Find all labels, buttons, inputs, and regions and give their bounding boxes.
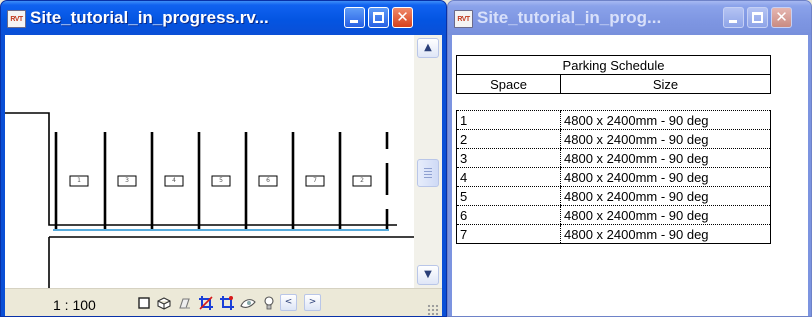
minimize-button[interactable]: [344, 7, 365, 28]
size-cell[interactable]: 4800 x 2400mm - 90 deg: [560, 148, 771, 168]
parking-tag-label: 4: [172, 177, 176, 184]
floor-plan-titlebar[interactable]: RVT Site_tutorial_in_progress.rv... ✕: [1, 1, 446, 35]
drawing-canvas[interactable]: 1 3 4 5 6 7 2: [5, 35, 414, 288]
schedule-title[interactable]: Parking Schedule: [456, 55, 771, 75]
scroll-thumb[interactable]: [417, 159, 439, 187]
parking-tag-label: 5: [219, 177, 223, 184]
table-row[interactable]: 3 4800 x 2400mm - 90 deg: [456, 148, 771, 168]
floor-plan-window[interactable]: RVT Site_tutorial_in_progress.rv... ✕ 1 …: [0, 0, 447, 317]
window-title: Site_tutorial_in_progress.rv...: [30, 8, 269, 27]
resize-grip-icon[interactable]: [427, 304, 439, 316]
space-cell[interactable]: 7: [456, 224, 561, 244]
temporary-hide-icon[interactable]: [239, 294, 257, 312]
maximize-button[interactable]: [368, 7, 389, 28]
parking-tag-label: 7: [313, 177, 317, 184]
parking-schedule-table: Parking Schedule Space Size 1 4800 x 240…: [456, 55, 771, 244]
maximize-icon: [373, 12, 384, 23]
space-cell[interactable]: 3: [456, 148, 561, 168]
revit-app-icon[interactable]: RVT: [454, 10, 473, 28]
space-cell[interactable]: 2: [456, 129, 561, 149]
minimize-icon: [350, 20, 358, 23]
schedule-titlebar[interactable]: RVT Site_tutorial_in_prog... ✕: [448, 1, 811, 35]
minimize-button[interactable]: [723, 7, 744, 28]
size-cell[interactable]: 4800 x 2400mm - 90 deg: [560, 167, 771, 187]
reveal-hidden-icon[interactable]: [218, 294, 236, 312]
size-cell[interactable]: 4800 x 2400mm - 90 deg: [560, 186, 771, 206]
view-control-bar: 1 : 100 < >: [5, 288, 442, 316]
schedule-client-area: Parking Schedule Space Size 1 4800 x 240…: [452, 35, 808, 316]
scroll-right-button[interactable]: >: [304, 294, 321, 311]
space-cell[interactable]: 1: [456, 110, 561, 130]
view-scale[interactable]: 1 : 100: [53, 297, 96, 313]
model-graphics-icon[interactable]: [155, 294, 173, 312]
revit-app-icon[interactable]: RVT: [7, 10, 26, 28]
lightbulb-icon[interactable]: [260, 294, 278, 312]
parking-tag-label: 1: [77, 177, 81, 184]
close-button[interactable]: ✕: [771, 7, 792, 28]
column-header-size[interactable]: Size: [560, 74, 771, 94]
table-row[interactable]: 5 4800 x 2400mm - 90 deg: [456, 186, 771, 206]
thumb-grip-icon: [424, 168, 432, 178]
table-row[interactable]: 2 4800 x 2400mm - 90 deg: [456, 129, 771, 149]
scroll-left-button[interactable]: <: [280, 294, 297, 311]
crop-view-icon[interactable]: [197, 294, 215, 312]
space-cell[interactable]: 5: [456, 186, 561, 206]
size-cell[interactable]: 4800 x 2400mm - 90 deg: [560, 224, 771, 244]
parking-tag-label: 2: [360, 177, 364, 184]
close-icon: ✕: [775, 8, 788, 26]
space-cell[interactable]: 6: [456, 205, 561, 225]
maximize-button[interactable]: [747, 7, 768, 28]
close-button[interactable]: ✕: [392, 7, 413, 28]
table-row[interactable]: 4 4800 x 2400mm - 90 deg: [456, 167, 771, 187]
size-cell[interactable]: 4800 x 2400mm - 90 deg: [560, 110, 771, 130]
view-client-area: 1 3 4 5 6 7 2 ▲ ▼ 1 : 100 < >: [5, 35, 442, 316]
size-cell[interactable]: 4800 x 2400mm - 90 deg: [560, 129, 771, 149]
size-cell[interactable]: 4800 x 2400mm - 90 deg: [560, 205, 771, 225]
table-row[interactable]: 7 4800 x 2400mm - 90 deg: [456, 224, 771, 244]
table-row[interactable]: 1 4800 x 2400mm - 90 deg: [456, 110, 771, 130]
maximize-icon: [752, 12, 763, 23]
minimize-icon: [729, 20, 737, 23]
scroll-down-button[interactable]: ▼: [417, 265, 439, 285]
table-row[interactable]: 6 4800 x 2400mm - 90 deg: [456, 205, 771, 225]
schedule-spacer-row: [457, 94, 771, 111]
close-icon: ✕: [396, 8, 409, 26]
crop-region-icon[interactable]: [135, 294, 153, 312]
schedule-window[interactable]: RVT Site_tutorial_in_prog... ✕ Parking S…: [447, 0, 812, 317]
parking-plan-drawing: [5, 112, 414, 288]
space-cell[interactable]: 4: [456, 167, 561, 187]
parking-tag-label: 6: [266, 177, 270, 184]
parking-tag-label: 3: [125, 177, 129, 184]
vertical-scrollbar[interactable]: ▲ ▼: [414, 35, 442, 288]
scroll-up-button[interactable]: ▲: [417, 38, 439, 58]
column-header-space[interactable]: Space: [456, 74, 561, 94]
shadows-icon[interactable]: [176, 294, 194, 312]
window-title: Site_tutorial_in_prog...: [477, 8, 662, 27]
